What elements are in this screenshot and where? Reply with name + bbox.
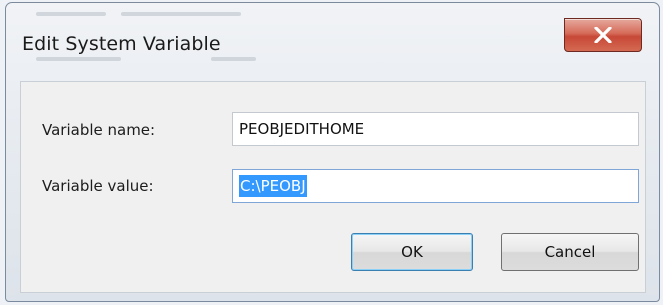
variable-value-input[interactable]: C:\PEOBJ <box>232 169 639 203</box>
background-decoration <box>211 57 256 61</box>
variable-value-label: Variable value: <box>42 177 154 195</box>
variable-name-value: PEOBJEDITHOME <box>239 120 365 138</box>
variable-name-input[interactable]: PEOBJEDITHOME <box>232 112 639 146</box>
close-icon <box>594 27 612 43</box>
background-decoration <box>36 12 106 16</box>
close-button[interactable] <box>564 18 642 52</box>
ok-button[interactable]: OK <box>351 233 473 271</box>
edit-system-variable-dialog: Edit System Variable Variable name: PEOB… <box>5 2 660 302</box>
cancel-button[interactable]: Cancel <box>501 233 639 271</box>
dialog-title: Edit System Variable <box>22 33 221 55</box>
background-decoration <box>36 57 121 61</box>
background-decoration <box>121 12 241 16</box>
title-bar[interactable]: Edit System Variable <box>6 3 659 81</box>
dialog-body: Variable name: PEOBJEDITHOME Variable va… <box>20 81 646 293</box>
variable-name-label: Variable name: <box>42 121 156 139</box>
variable-value-selected-text: C:\PEOBJ <box>239 175 307 197</box>
